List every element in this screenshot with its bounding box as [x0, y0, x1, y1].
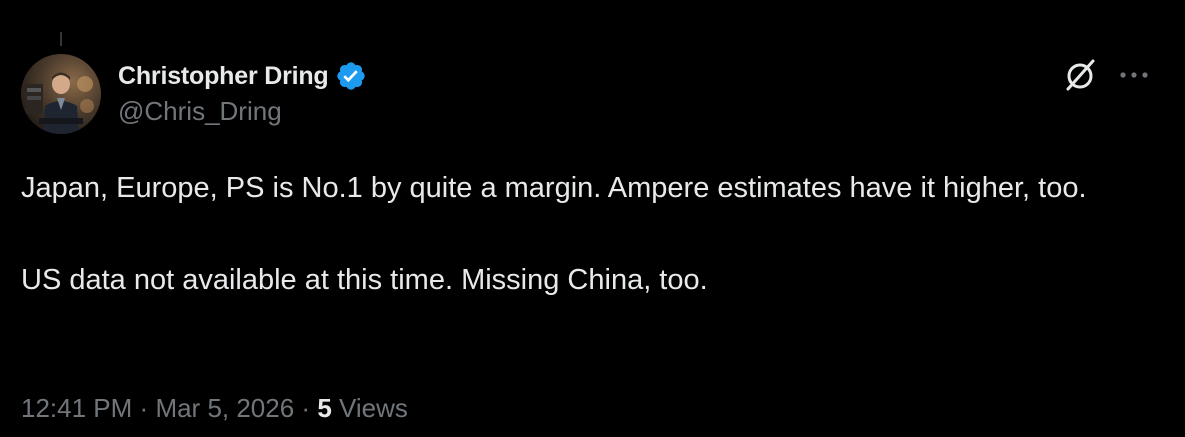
avatar[interactable]	[21, 54, 101, 134]
views-label: Views	[339, 393, 408, 423]
tweet-meta: 12:41 PM · Mar 5, 2026 · 5 Views	[21, 393, 408, 424]
tweet-date[interactable]: Mar 5, 2026	[155, 393, 294, 423]
verified-badge-icon[interactable]	[335, 60, 367, 92]
tweet-time[interactable]: 12:41 PM	[21, 393, 132, 423]
profile-photo	[21, 54, 101, 134]
tweet-author: Christopher Dring @Chris_Dring	[118, 58, 367, 127]
grok-icon[interactable]	[1062, 56, 1100, 94]
views-count: 5	[317, 393, 332, 423]
tweet-paragraph: Japan, Europe, PS is No.1 by quite a mar…	[21, 172, 1087, 204]
author-display-name[interactable]: Christopher Dring	[118, 62, 329, 91]
more-horizontal-icon[interactable]	[1114, 56, 1154, 94]
tweet-paragraph: US data not available at this time. Miss…	[21, 264, 708, 296]
meta-separator: ·	[139, 393, 149, 423]
author-name-row: Christopher Dring	[118, 58, 367, 94]
author-handle[interactable]: @Chris_Dring	[118, 96, 367, 127]
thread-connector-line	[60, 32, 62, 46]
tweet-text: Japan, Europe, PS is No.1 by quite a mar…	[21, 165, 1161, 303]
meta-separator: ·	[301, 393, 311, 423]
